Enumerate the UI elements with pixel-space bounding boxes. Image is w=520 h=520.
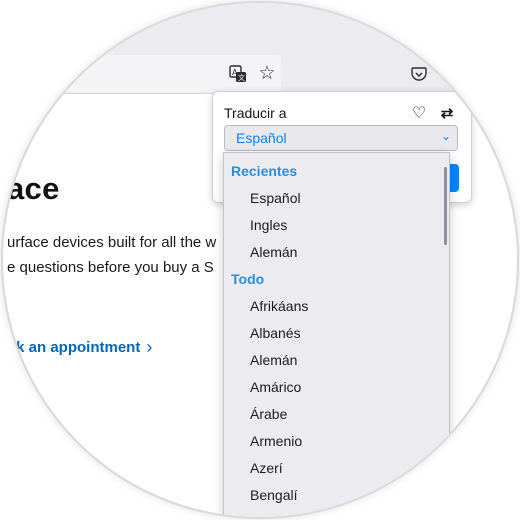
language-dropdown-list: Recientes Español Ingles Alemán Todo Afr… (223, 152, 450, 517)
dropdown-scrollbar[interactable] (444, 167, 447, 245)
option-language[interactable]: Albanés (250, 325, 301, 341)
translate-icon[interactable]: A 文 (227, 63, 249, 85)
star-icon[interactable]: ☆ (255, 61, 279, 85)
option-language[interactable]: Armenio (250, 433, 302, 449)
option-language[interactable]: Afrikáans (250, 298, 308, 314)
selected-language: Español (236, 130, 287, 146)
swap-icon[interactable]: ⇄ (437, 103, 457, 123)
option-language[interactable]: Azerí (250, 460, 283, 476)
option-language[interactable]: Amárico (250, 379, 301, 395)
translate-panel-title: Traducir a (224, 105, 287, 121)
heart-icon[interactable]: ♡ (409, 103, 429, 123)
option-language[interactable]: Español (250, 190, 301, 206)
book-appointment-label: ok an appointment (7, 339, 141, 356)
svg-text:文: 文 (238, 73, 245, 82)
option-language[interactable]: Bengalí (250, 487, 297, 503)
group-all: Todo (231, 271, 265, 287)
option-language[interactable]: Alemán (250, 244, 297, 260)
page-text-line: urface devices built for all the w (7, 234, 217, 251)
page-heading: ace (7, 171, 60, 206)
group-recent: Recientes (231, 163, 298, 179)
option-language[interactable]: Alemán (250, 352, 297, 368)
chevron-down-icon: ⌄ (440, 129, 451, 143)
page-text-line: e questions before you buy a S (7, 259, 214, 276)
browser-toolbar: A 文 ☆ (3, 3, 517, 94)
pocket-icon[interactable] (408, 63, 430, 85)
book-appointment-link[interactable]: ok an appointment › (7, 337, 152, 358)
magnified-view: A 文 ☆ ace urface devices built for all t… (3, 3, 517, 517)
option-language[interactable]: Árabe (250, 406, 287, 422)
option-language[interactable]: Ingles (250, 217, 287, 233)
chevron-right-icon: › (146, 337, 153, 357)
target-language-select[interactable]: Español ⌄ (224, 125, 458, 151)
translate-button[interactable] (449, 164, 459, 192)
